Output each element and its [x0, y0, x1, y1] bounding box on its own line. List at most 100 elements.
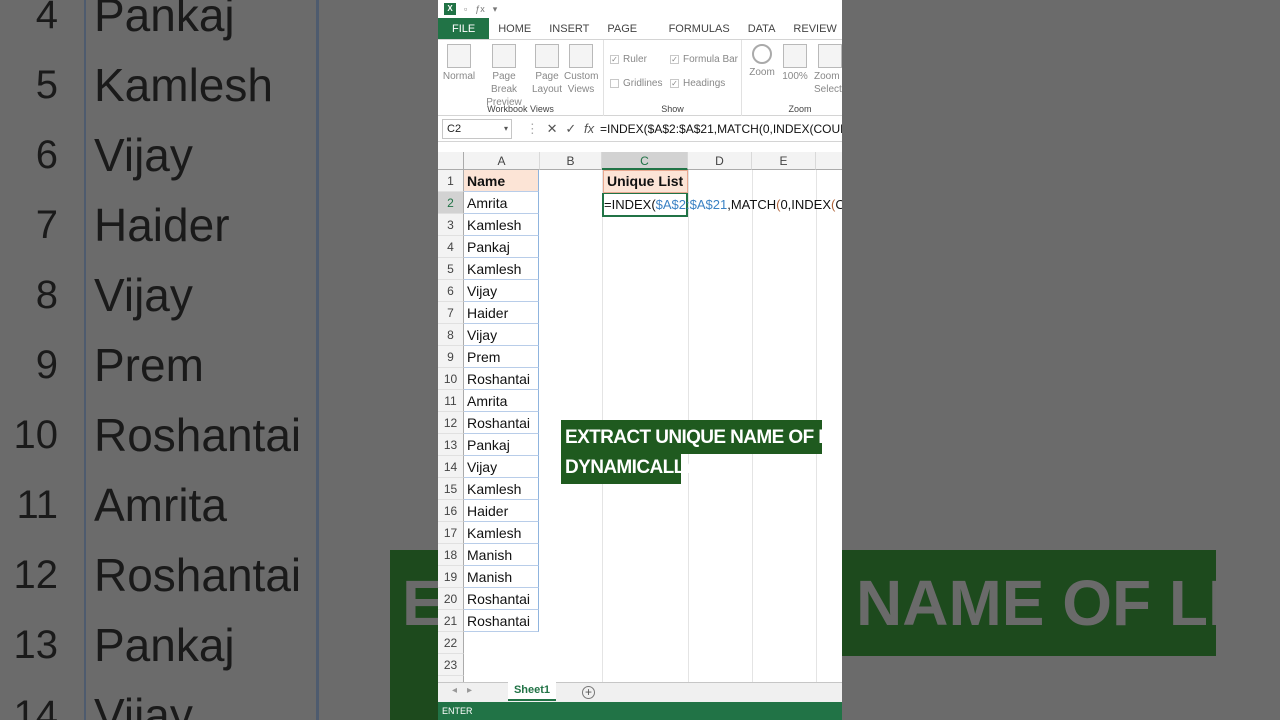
column-header-b[interactable]: B	[540, 152, 602, 170]
cell-a-name[interactable]: Amrita	[464, 390, 539, 412]
row-header[interactable]: 8	[438, 324, 464, 346]
normal-view-button[interactable]: Normal	[442, 44, 476, 83]
worksheet-grid[interactable]: A B C D E 1 Name 2 Amrita 3 Kamlesh 4 Pankaj 5 Ka…	[438, 152, 842, 682]
cell-a-name[interactable]: Kamlesh	[464, 478, 539, 500]
check-icon: ✓	[670, 55, 679, 64]
tab-data[interactable]: DATA	[739, 18, 785, 39]
row-header[interactable]: 22	[438, 632, 464, 654]
unchecked-box-icon	[610, 79, 619, 88]
row-header[interactable]: 17	[438, 522, 464, 544]
enter-icon[interactable]: ✓	[565, 121, 576, 137]
zoom-100-icon	[783, 44, 807, 68]
name-box[interactable]: C2 ▾	[442, 118, 512, 139]
column-header-e[interactable]: E	[752, 152, 816, 170]
cell-a-name[interactable]: Manish	[464, 566, 539, 588]
cell-a-name[interactable]: Vijay	[464, 280, 539, 302]
cell-a-name[interactable]: Haider	[464, 500, 539, 522]
sheet-nav-arrows-icon[interactable]: ◂▸	[452, 685, 482, 696]
tab-page-layout[interactable]: PAGE LAYOUT	[598, 18, 659, 57]
cell-a-name[interactable]: Prem	[464, 346, 539, 368]
row-header[interactable]: 3	[438, 214, 464, 236]
formula-bar-checkbox[interactable]: ✓ Formula Bar	[670, 54, 738, 65]
select-all-corner[interactable]	[438, 152, 464, 170]
save-icon[interactable]: ▫	[464, 4, 467, 14]
row-header[interactable]: 19	[438, 566, 464, 588]
row-header[interactable]: 9	[438, 346, 464, 368]
zoom-button[interactable]: Zoom	[746, 44, 778, 79]
cell-a-name[interactable]: Pankaj	[464, 236, 539, 258]
row-header[interactable]: 6	[438, 280, 464, 302]
qat-dropdown-icon[interactable]: ▾	[493, 4, 498, 15]
custom-views-button[interactable]: Custom Views	[564, 44, 598, 96]
background-row-number: 9	[35, 343, 58, 387]
row-header[interactable]: 23	[438, 654, 464, 676]
tab-home[interactable]: HOME	[489, 18, 540, 39]
group-show: ✓ Ruler ✓ Formula Bar Gridlines ✓ Headings …	[604, 40, 742, 116]
cell-a-name[interactable]: Roshantai	[464, 368, 539, 390]
cell-a-name[interactable]: Vijay	[464, 456, 539, 478]
excel-logo-icon: X	[444, 3, 456, 15]
row-header[interactable]: 18	[438, 544, 464, 566]
row-header[interactable]: 5	[438, 258, 464, 280]
column-header-c[interactable]: C	[602, 152, 688, 170]
row-header[interactable]: 11	[438, 390, 464, 412]
name-box-value: C2	[447, 122, 462, 135]
zoom-selection-button[interactable]: Zoom to Selection	[814, 44, 842, 96]
formula-input[interactable]: =INDEX($A$2:$A$21,MATCH(0,INDEX(COUNTIF(…	[598, 122, 842, 136]
row-header[interactable]: 15	[438, 478, 464, 500]
background-row-name: Pankaj	[94, 619, 235, 671]
row-header[interactable]: 13	[438, 434, 464, 456]
tab-formulas[interactable]: FORMULAS	[660, 18, 739, 39]
cell-a-name[interactable]: Roshantai	[464, 588, 539, 610]
gridlines-checkbox[interactable]: Gridlines	[610, 78, 662, 89]
row-header[interactable]: 14	[438, 456, 464, 478]
formula-bar: C2 ▾ ⋮ ✕ ✓ fx =INDEX($A$2:$A$21,MATCH(0,I…	[438, 116, 842, 142]
ruler-checkbox[interactable]: ✓ Ruler	[610, 54, 647, 65]
function-icon[interactable]: ƒx	[475, 4, 485, 14]
chevron-down-icon[interactable]: ▾	[504, 120, 508, 138]
cancel-icon[interactable]: ✕	[547, 121, 558, 137]
page-break-preview-button[interactable]: Page Break Preview	[478, 44, 530, 109]
cell-a-name[interactable]: Haider	[464, 302, 539, 324]
row-header[interactable]: 10	[438, 368, 464, 390]
cell-a-name[interactable]: Roshantai	[464, 412, 539, 434]
cell-a-name[interactable]: Kamlesh	[464, 522, 539, 544]
headings-checkbox[interactable]: ✓ Headings	[670, 78, 725, 89]
cell-a-name[interactable]: Roshantai	[464, 610, 539, 632]
background-row-name: Vijay	[94, 129, 193, 181]
column-header-a[interactable]: A	[464, 152, 540, 170]
row-header[interactable]: 4	[438, 236, 464, 258]
insert-function-icon[interactable]: fx	[584, 121, 594, 137]
cell-a-name[interactable]: Manish	[464, 544, 539, 566]
row-header[interactable]: 20	[438, 588, 464, 610]
sheet-tab-sheet1[interactable]: Sheet1	[508, 682, 556, 701]
row-header[interactable]: 7	[438, 302, 464, 324]
row-header[interactable]: 16	[438, 500, 464, 522]
cell-c1-unique-list-header[interactable]: Unique List	[603, 170, 688, 193]
zoom-100-button[interactable]: 100%	[780, 44, 810, 83]
cell-a-name[interactable]: Pankaj	[464, 434, 539, 456]
add-sheet-icon[interactable]: +	[582, 686, 595, 699]
headings-label: Headings	[683, 78, 726, 89]
page-layout-button[interactable]: Page Layout	[532, 44, 562, 96]
row-header[interactable]: 2	[438, 192, 464, 214]
column-header-f[interactable]	[816, 152, 842, 170]
group-workbook-views: Normal Page Break Preview Page Layout Cu…	[438, 40, 604, 116]
row-header[interactable]: 1	[438, 170, 464, 192]
background-row-number: 11	[16, 483, 58, 527]
tab-file[interactable]: FILE	[438, 18, 490, 39]
cell-a-name[interactable]: Amrita	[464, 192, 539, 214]
tab-review[interactable]: REVIEW	[784, 18, 842, 39]
cell-c2-editing-formula[interactable]: =INDEX($A$2:$A$21,MATCH(0,INDEX(C	[604, 194, 842, 216]
formula-range-reference: $A$2:$A$21	[655, 197, 728, 212]
ruler-label: Ruler	[623, 54, 647, 65]
row-header[interactable]: 12	[438, 412, 464, 434]
cell-a1-name-header[interactable]: Name	[464, 170, 539, 192]
cell-a-name[interactable]: Kamlesh	[464, 258, 539, 280]
cell-a-name[interactable]: Vijay	[464, 324, 539, 346]
cell-a-name[interactable]: Kamlesh	[464, 214, 539, 236]
normal-view-label: Normal	[442, 71, 476, 82]
tab-insert[interactable]: INSERT	[540, 18, 598, 39]
row-header[interactable]: 21	[438, 610, 464, 632]
column-header-d[interactable]: D	[688, 152, 752, 170]
